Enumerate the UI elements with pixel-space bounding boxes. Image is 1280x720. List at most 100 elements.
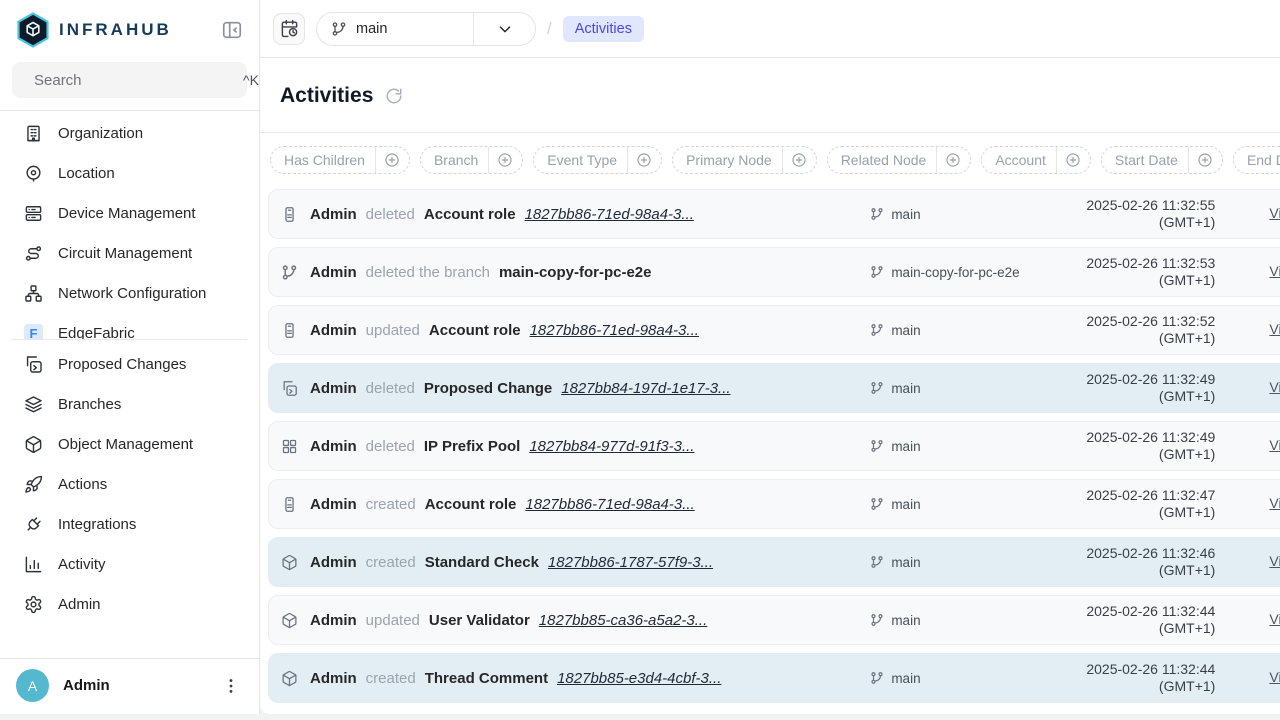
sidebar-collapse-button[interactable] [219, 17, 245, 43]
object-type: Account role [424, 206, 516, 223]
sidebar-item-label: Organization [58, 125, 143, 142]
sidebar-item-label: Network Configuration [58, 285, 206, 302]
plus-circle-icon [489, 152, 522, 168]
sidebar-item-device-management[interactable]: Device Management [0, 193, 259, 233]
avatar: A [16, 669, 49, 702]
cube-icon [281, 554, 298, 571]
view-more-link[interactable]: View more [1269, 379, 1280, 395]
topbar: main / Activities [260, 0, 1280, 58]
activity-row: Admin deleted Account role 1827bb86-71ed… [268, 189, 1280, 239]
sidebar-item-circuit-management[interactable]: Circuit Management [0, 233, 259, 273]
edgefabric-letter-icon: F [24, 324, 43, 340]
activity-row: Admin created Thread Comment 1827bb85-e3… [268, 653, 1280, 703]
filter-chip-branch[interactable]: Branch [420, 146, 523, 174]
infrahub-logo: INFRAHUB [16, 12, 172, 48]
object-id-link[interactable]: 1827bb84-977d-91f3-3... [529, 438, 694, 455]
object-id-link[interactable]: 1827bb86-71ed-98a4-3... [525, 496, 694, 513]
object-type: Account role [429, 322, 521, 339]
actor: Admin [310, 670, 357, 687]
filter-chip-label: Related Node [828, 152, 937, 168]
activity-row: Admin created Account role 1827bb86-71ed… [268, 479, 1280, 529]
branch-cell: main [870, 671, 1075, 686]
breadcrumb-separator: / [547, 19, 552, 39]
activity-row: Admin updated Account role 1827bb86-71ed… [268, 305, 1280, 355]
timestamp-date: 2025-02-26 11:32:53 [1075, 255, 1215, 272]
object-id-link[interactable]: 1827bb86-71ed-98a4-3... [530, 322, 699, 339]
branch-label: main [891, 439, 920, 454]
view-more-cell: View more [1215, 205, 1280, 223]
sidebar-item-object-management[interactable]: Object Management [0, 424, 259, 464]
branch-selector-caret [473, 13, 535, 45]
actor: Admin [310, 612, 357, 629]
page-title: Activities [280, 84, 373, 108]
sidebar-item-location[interactable]: Location [0, 153, 259, 193]
date-picker-button[interactable] [273, 13, 305, 45]
view-more-cell: View more [1215, 379, 1280, 397]
view-more-link[interactable]: View more [1269, 437, 1280, 453]
page-header: Activities [260, 58, 1280, 133]
filter-chip-event-type[interactable]: Event Type [533, 146, 662, 174]
sidebar-item-integrations[interactable]: Integrations [0, 504, 259, 544]
object-id-link[interactable]: 1827bb86-71ed-98a4-3... [525, 206, 694, 223]
object-id-link[interactable]: 1827bb86-1787-57f9-3... [548, 554, 713, 571]
filter-chip-related-node[interactable]: Related Node [827, 146, 972, 174]
sidebar-item-proposed-changes[interactable]: Proposed Changes [0, 344, 259, 384]
sidebar-item-organization[interactable]: Organization [0, 113, 259, 153]
view-more-link[interactable]: View more [1269, 553, 1280, 569]
sidebar-item-activity[interactable]: Activity [0, 544, 259, 584]
view-more-link[interactable]: View more [1269, 263, 1280, 279]
nav-section-objects: Organization Location Device Management … [0, 113, 259, 339]
timestamp-date: 2025-02-26 11:32:49 [1075, 371, 1215, 388]
sidebar-item-label: Actions [58, 476, 107, 493]
filter-chip-start-date[interactable]: Start Date [1101, 146, 1223, 174]
branch-label: main [891, 207, 920, 222]
branch-name: main [356, 21, 387, 37]
plus-circle-icon [783, 152, 816, 168]
object-id-link[interactable]: 1827bb85-e3d4-4cbf-3... [557, 670, 721, 687]
search-box[interactable]: ^K [12, 62, 247, 98]
refresh-button[interactable] [385, 87, 403, 105]
view-more-link[interactable]: View more [1269, 321, 1280, 337]
action: created [366, 496, 416, 513]
object-id-link[interactable]: 1827bb85-ca36-a5a2-3... [539, 612, 707, 629]
view-more-link[interactable]: View more [1269, 669, 1280, 685]
filter-chip-account[interactable]: Account [981, 146, 1091, 174]
branch-cell: main [870, 497, 1075, 512]
filter-chip-end-date[interactable]: End Date [1233, 146, 1280, 174]
branch-label: main-copy-for-pc-e2e [891, 265, 1019, 280]
filter-chip-label: Has Children [271, 152, 375, 168]
filter-chip-has-children[interactable]: Has Children [270, 146, 410, 174]
git-branch-icon [870, 381, 884, 395]
user-menu-button[interactable] [219, 674, 243, 698]
filter-chip-primary-node[interactable]: Primary Node [672, 146, 817, 174]
view-more-link[interactable]: View more [1269, 611, 1280, 627]
activity-row: Admin deleted IP Prefix Pool 1827bb84-97… [268, 421, 1280, 471]
sidebar-item-network-configuration[interactable]: Network Configuration [0, 273, 259, 313]
plus-circle-icon [937, 152, 970, 168]
view-more-cell: View more [1215, 611, 1280, 629]
bar-chart-icon [24, 555, 43, 574]
search-input[interactable] [34, 72, 233, 89]
sidebar-item-actions[interactable]: Actions [0, 464, 259, 504]
plus-circle-icon [376, 152, 409, 168]
user-footer: A Admin [0, 658, 259, 714]
branch-label: main [891, 555, 920, 570]
gear-icon [24, 595, 43, 614]
view-more-cell: View more [1215, 263, 1280, 281]
breadcrumb-activities[interactable]: Activities [563, 16, 644, 42]
branch-selector[interactable]: main [316, 12, 536, 46]
actor: Admin [310, 438, 357, 455]
activity-row: Admin deleted Proposed Change 1827bb84-1… [268, 363, 1280, 413]
rocket-icon [24, 475, 43, 494]
timestamp-date: 2025-02-26 11:32:55 [1075, 197, 1215, 214]
timestamp-date: 2025-02-26 11:32:46 [1075, 545, 1215, 562]
sidebar-item-branches[interactable]: Branches [0, 384, 259, 424]
object-id-link[interactable]: 1827bb84-197d-1e17-3... [561, 380, 730, 397]
sidebar-item-admin[interactable]: Admin [0, 584, 259, 624]
sidebar-item-label: Location [58, 165, 115, 182]
plus-circle-icon [1189, 152, 1222, 168]
view-more-link[interactable]: View more [1269, 205, 1280, 221]
sidebar-item-label: Activity [58, 556, 106, 573]
view-more-link[interactable]: View more [1269, 495, 1280, 511]
sidebar-item-edgefabric[interactable]: F EdgeFabric [0, 313, 259, 339]
